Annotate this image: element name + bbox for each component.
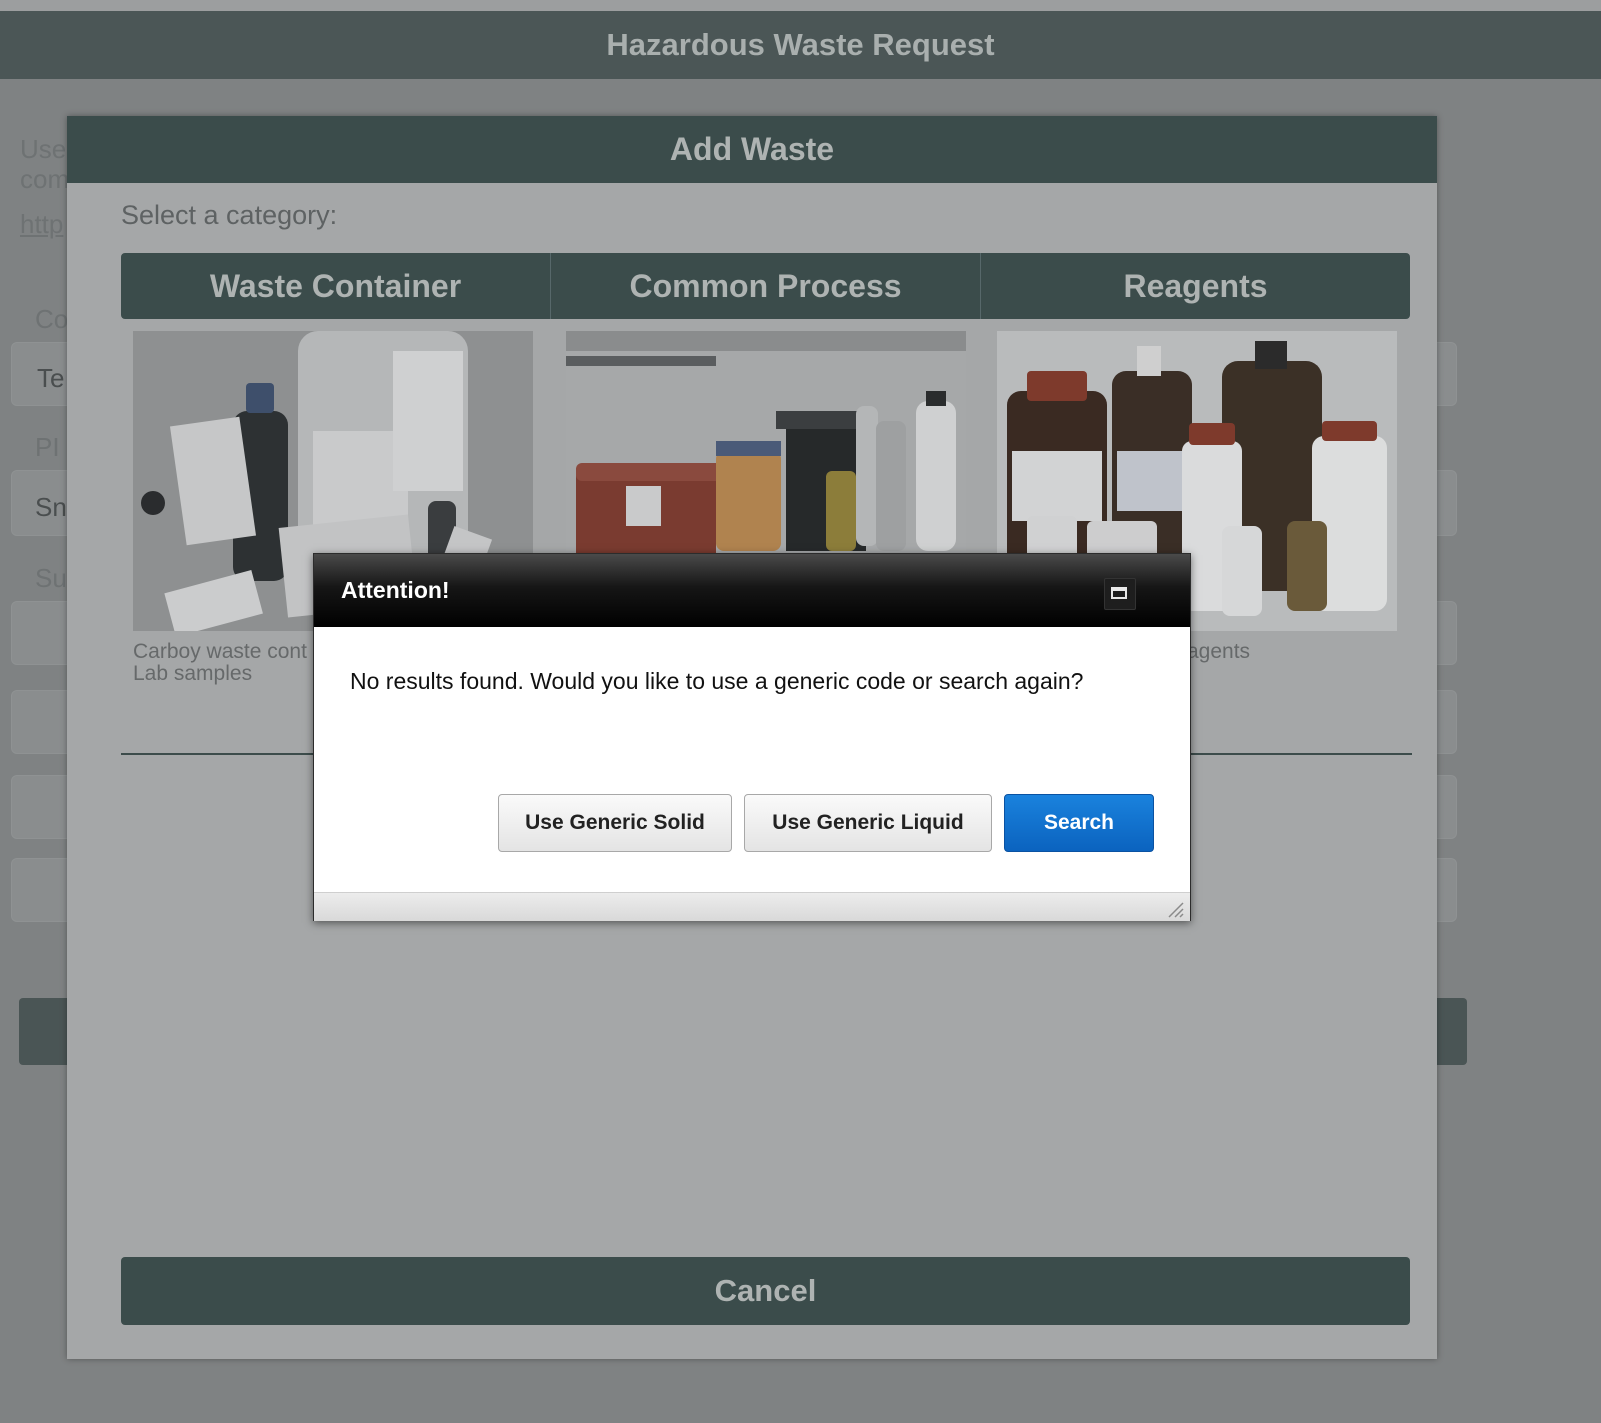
attention-dialog: Attention! No results found. Would you l… <box>313 553 1191 921</box>
contact-label: Co <box>35 304 69 334</box>
dialog-titlebar[interactable]: Attention! <box>314 554 1190 627</box>
dialog-title: Attention! <box>341 577 450 603</box>
reagents-caption: agents <box>1187 640 1251 663</box>
tab-waste-container[interactable]: Waste Container <box>121 253 551 319</box>
waste-container-caption-line1: Carboy waste cont <box>133 640 307 663</box>
pi-label: PI <box>35 432 60 462</box>
tab-common-process[interactable]: Common Process <box>551 253 981 319</box>
sub-label: Su <box>35 563 67 593</box>
category-tabs: Waste Container Common Process Reagents <box>121 253 1410 319</box>
use-generic-liquid-button[interactable]: Use Generic Liquid <box>744 794 992 852</box>
modal-title: Add Waste <box>67 116 1437 183</box>
dialog-message: No results found. Would you like to use … <box>350 668 1084 694</box>
top-strip <box>0 0 1601 11</box>
maximize-glyph <box>1111 587 1127 599</box>
pi-value: Sn <box>35 492 67 522</box>
waste-container-caption-line2: Lab samples <box>133 662 253 685</box>
waste-container-caption: Carboy waste cont Lab samples <box>133 641 307 685</box>
dialog-footer <box>314 892 1190 921</box>
tab-reagents[interactable]: Reagents <box>981 253 1410 319</box>
app-header: Hazardous Waste Request <box>0 11 1601 79</box>
contact-value: Te <box>37 363 65 393</box>
intro-text-line1: Use <box>20 134 67 164</box>
use-generic-solid-button[interactable]: Use Generic Solid <box>498 794 732 852</box>
intro-text-line2: com <box>20 164 70 194</box>
cancel-button[interactable]: Cancel <box>121 1257 1410 1325</box>
maximize-icon[interactable] <box>1104 578 1136 610</box>
search-button[interactable]: Search <box>1004 794 1154 852</box>
resize-grip-icon[interactable] <box>1166 900 1184 918</box>
select-category-label: Select a category: <box>121 200 338 230</box>
intro-link[interactable]: http <box>20 209 63 240</box>
